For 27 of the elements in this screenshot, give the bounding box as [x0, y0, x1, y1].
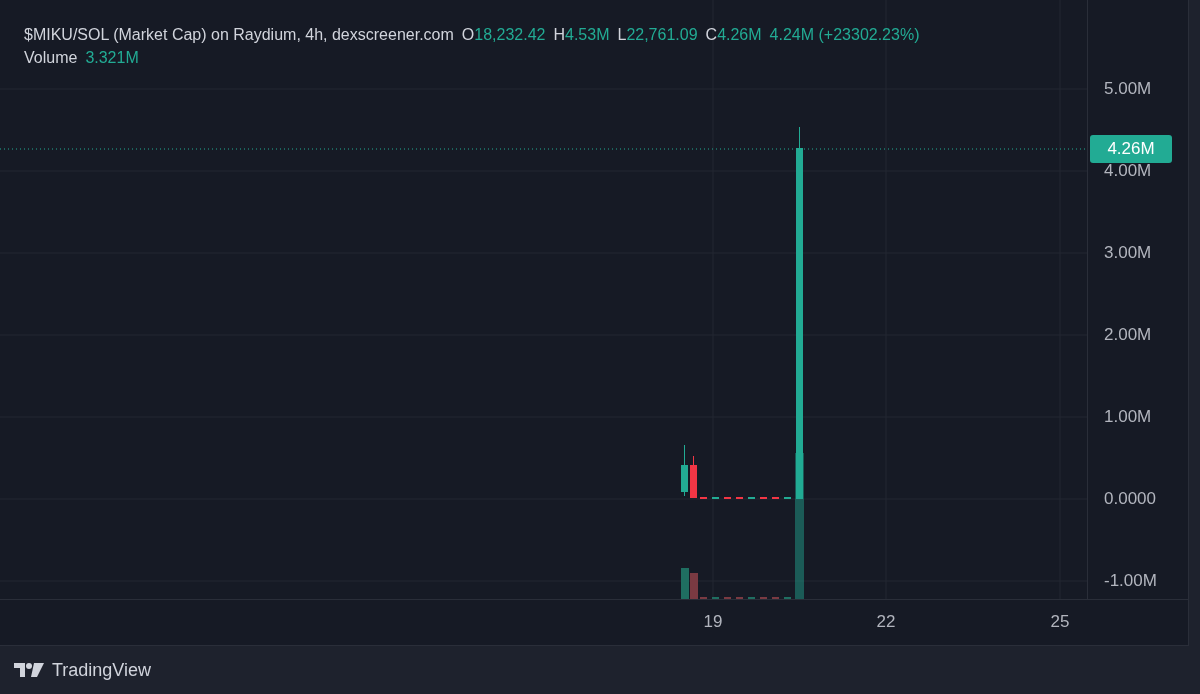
brand-name: TradingView — [52, 659, 152, 681]
time-axis-label: 19 — [703, 612, 723, 632]
ohlc-key: L — [617, 26, 627, 44]
price-axis-label: 5.00M — [1104, 79, 1152, 99]
time-axis-label: 25 — [1050, 612, 1070, 632]
price-axis-label: 2.00M — [1104, 325, 1152, 345]
volume-label: Volume — [24, 49, 78, 67]
candle — [690, 455, 697, 499]
price-axis-label: 0.0000 — [1104, 489, 1156, 509]
ohlc-value: 22,761.09 — [626, 26, 698, 44]
price-axis-label: 1.00M — [1104, 407, 1152, 427]
ohlc-key: H — [553, 26, 565, 44]
price-axis-label: -1.00M — [1104, 571, 1157, 591]
price-change: 4.24M (+23302.23%) — [769, 26, 920, 44]
ohlc-value: 4.53M — [565, 26, 610, 44]
last-price-tag: 4.26M — [1090, 135, 1172, 163]
candle — [681, 444, 688, 497]
ohlc-value: 18,232.42 — [474, 26, 546, 44]
time-axis-label: 22 — [876, 612, 896, 632]
logo-icon — [14, 663, 44, 677]
chart-title: $MIKU/SOL (Market Cap) on Raydium, 4h, dexscreener.com — [24, 26, 454, 44]
ohlc-value: 4.26M — [717, 26, 762, 44]
ohlc-key: O — [461, 26, 475, 44]
ohlc-key: C — [705, 26, 718, 44]
price-axis-label: 4.00M — [1104, 161, 1152, 181]
volume-value: 3.321M — [85, 49, 139, 67]
price-axis-label: 3.00M — [1104, 243, 1152, 263]
